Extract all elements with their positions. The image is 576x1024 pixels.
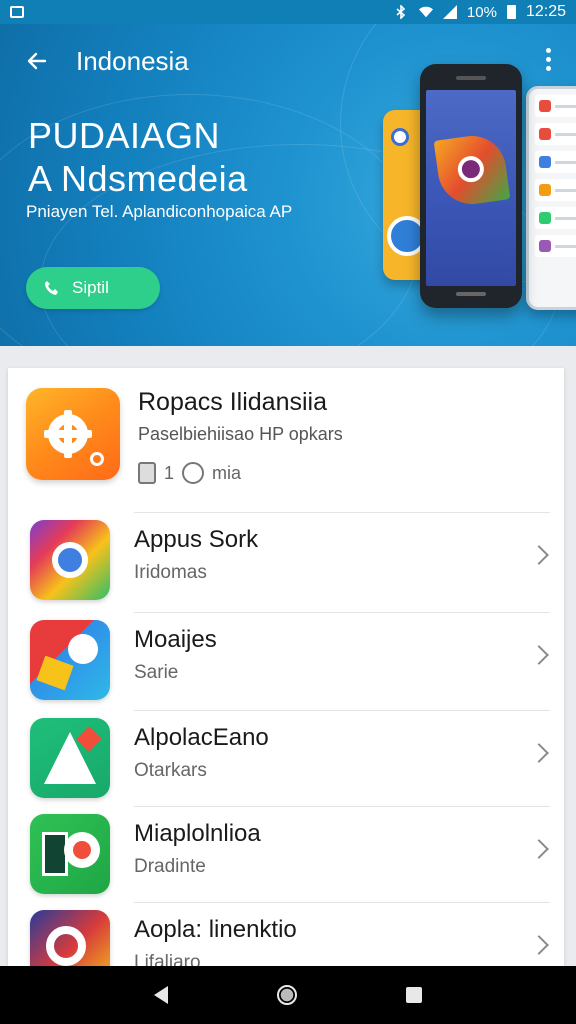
- divider: [134, 612, 550, 613]
- colorful-lens-icon: [30, 520, 110, 600]
- wifi-icon: [418, 5, 433, 19]
- more-vert-icon: [545, 47, 551, 53]
- phone-illustration-white: [526, 86, 576, 310]
- featured-meta-text: mia: [212, 462, 242, 483]
- chevron-right-icon: [529, 545, 549, 565]
- nav-recent-icon[interactable]: [405, 987, 422, 1003]
- page-title: Indonesia: [76, 46, 189, 76]
- chevron-right-icon: [529, 839, 549, 859]
- hero-cta-label: Siptil: [72, 278, 109, 297]
- app-title: AlpolacEano: [134, 724, 269, 751]
- clock: 12:25: [525, 3, 566, 20]
- featured-title: Ropacs Ilidansiia: [138, 388, 327, 416]
- status-icons: 10% 12:25: [395, 3, 566, 21]
- hero-subtitle: Pniayen Tel. Aplandiconhopaica AP: [26, 202, 293, 221]
- app-title: Miaplolnlioa: [134, 820, 261, 847]
- gear-icon: [26, 388, 120, 480]
- document-icon: [138, 462, 156, 484]
- battery-percent: 10%: [466, 3, 497, 21]
- phone-home-bar: [456, 292, 486, 296]
- list-item[interactable]: Appus Sork Iridomas: [8, 512, 564, 608]
- app-subtitle: Sarie: [134, 662, 179, 683]
- more-vert-dot: [545, 56, 551, 62]
- nav-home-icon[interactable]: [276, 985, 297, 1005]
- divider: [134, 806, 550, 807]
- hero-cta-button[interactable]: Siptil: [26, 267, 160, 309]
- list-item[interactable]: Moaijes Sarie: [8, 612, 564, 708]
- chevron-right-icon: [529, 743, 549, 763]
- leaf-logo-icon: [433, 131, 511, 209]
- phone-row: [535, 151, 576, 173]
- app-subtitle: Dradinte: [134, 856, 206, 877]
- app-subtitle: Otarkars: [134, 760, 207, 781]
- arrow-left-icon: [27, 52, 47, 70]
- hero-title: PUDAIAGN A Ndsmedeia: [28, 114, 248, 200]
- chevron-right-icon: [529, 935, 549, 955]
- battery-icon: [506, 5, 516, 19]
- app-subtitle: Iridomas: [134, 562, 207, 583]
- bluetooth-icon: [395, 5, 409, 19]
- gear-shape: [44, 410, 92, 458]
- featured-subtitle: Paselbiehiisao HP opkars: [138, 424, 343, 444]
- app-list-card: Ropacs Ilidansiia Paselbiehiisao HP opka…: [8, 368, 564, 968]
- phone-row: [535, 95, 576, 117]
- list-item[interactable]: Aopla: linenktio Lifaliaro: [8, 902, 564, 968]
- phone-row: [535, 123, 576, 145]
- more-options-button[interactable]: [538, 44, 558, 74]
- map-pin-icon: [30, 620, 110, 700]
- hero-banner: Indonesia PUDAIAGN A Ndsmedeia Pniayen T…: [0, 24, 576, 346]
- back-button[interactable]: [22, 46, 52, 76]
- chart-icon: [30, 814, 110, 894]
- divider: [134, 902, 550, 903]
- featured-meta-count: 1: [164, 462, 175, 483]
- app-title: Moaijes: [134, 626, 217, 653]
- phone-speaker: [456, 76, 486, 80]
- system-nav-bar: [0, 966, 576, 1024]
- featured-app[interactable]: Ropacs Ilidansiia Paselbiehiisao HP opka…: [8, 368, 564, 512]
- gallery-icon: [10, 6, 24, 18]
- nav-back-icon[interactable]: [154, 986, 169, 1004]
- hero-title-line-1: PUDAIAGN: [28, 115, 221, 156]
- status-bar: 10% 12:25: [0, 0, 576, 24]
- clock-icon: [182, 462, 205, 484]
- signal-icon: [442, 5, 457, 19]
- phone-screen: [426, 90, 516, 286]
- divider: [134, 710, 550, 711]
- more-vert-dot: [545, 65, 551, 71]
- ring-icon: [30, 910, 110, 968]
- app-title: Aopla: linenktio: [134, 916, 297, 943]
- divider: [134, 512, 550, 513]
- chevron-right-icon: [529, 645, 549, 665]
- phone-icon: [45, 281, 58, 295]
- phone-row: [535, 179, 576, 201]
- list-item[interactable]: Miaplolnlioa Dradinte: [8, 806, 564, 902]
- phone-illustration-dark: [420, 64, 522, 308]
- camera-dot: [391, 128, 409, 146]
- hero-title-line-2: A Ndsmedeia: [28, 158, 248, 199]
- list-item[interactable]: AlpolacEano Otarkars: [8, 710, 564, 806]
- app-title: Appus Sork: [134, 526, 259, 553]
- phone-row: [535, 207, 576, 229]
- gear-small-shape: [90, 452, 104, 466]
- featured-meta: 1 mia: [138, 462, 241, 484]
- phone-row: [535, 235, 576, 257]
- letter-a-icon: [30, 718, 110, 798]
